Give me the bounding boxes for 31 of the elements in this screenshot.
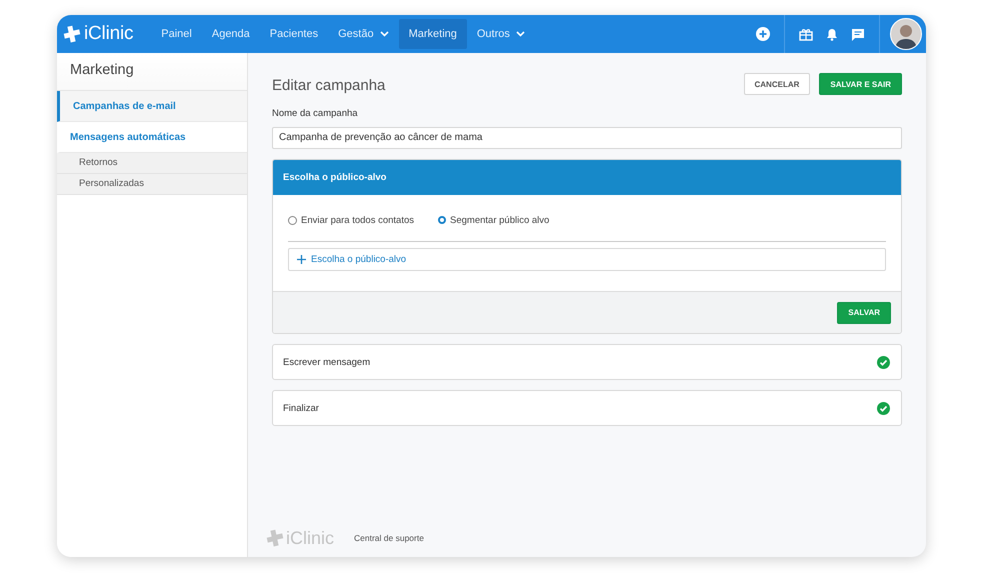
step-label: Escrever mensagem: [283, 356, 370, 368]
radio-button[interactable]: [438, 216, 446, 224]
nav-tab[interactable]: Pacientes: [260, 19, 328, 49]
nav-tab[interactable]: Outros: [466, 19, 535, 49]
sidebar-item[interactable]: Campanhas de e-mail: [57, 91, 247, 122]
sidebar-subitem[interactable]: Retornos: [57, 153, 247, 174]
nav-tab[interactable]: Painel: [151, 19, 202, 49]
radio-label: Enviar para todos contatos: [301, 214, 414, 226]
sidebar-subitem[interactable]: Personalizadas: [57, 174, 247, 195]
support-link[interactable]: Central de suporte: [354, 533, 424, 543]
step-row[interactable]: Escrever mensagem: [272, 344, 902, 380]
logo-icon: [63, 25, 81, 43]
campaign-name-field[interactable]: Campanha de prevenção ao câncer de mama: [272, 127, 902, 149]
radio-button[interactable]: [288, 216, 297, 224]
save-exit-button[interactable]: SALVAR E SAIR: [819, 73, 902, 95]
panel-header[interactable]: Escolha o público-alvo: [273, 160, 901, 195]
step-label: Finalizar: [283, 402, 319, 414]
nav-tab[interactable]: Marketing: [398, 19, 467, 49]
cancel-button[interactable]: CANCELAR: [744, 73, 810, 95]
radio-label: Segmentar público alvo: [450, 214, 550, 226]
avatar[interactable]: [890, 18, 922, 50]
choose-audience-button[interactable]: Escolha o público-alvo: [288, 248, 886, 271]
plus-icon: [297, 255, 306, 264]
nav-tab[interactable]: Gestão: [328, 19, 399, 49]
logo-icon: [266, 529, 284, 547]
field-label: Nome da campanha: [272, 108, 359, 119]
nav-tab[interactable]: Agenda: [202, 19, 260, 49]
page-title: Editar campanha: [272, 76, 386, 94]
brand-logo[interactable]: iClinic: [84, 23, 134, 45]
save-button[interactable]: SALVAR: [837, 302, 891, 324]
step-row[interactable]: Finalizar: [272, 390, 902, 426]
